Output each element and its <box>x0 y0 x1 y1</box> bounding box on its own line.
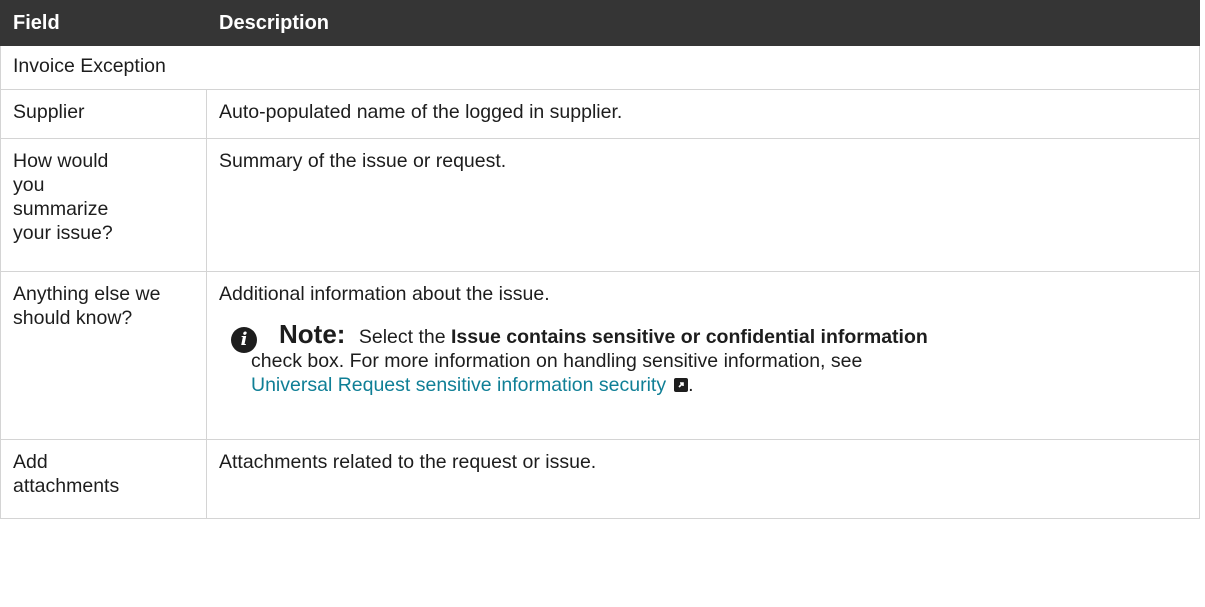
note-box: i Note: Select the Issue contains sensit… <box>219 319 1187 397</box>
field-cell: Add attachments <box>0 439 207 519</box>
note-suffix: check box. For more information on handl… <box>251 350 863 372</box>
section-title: Invoice Exception <box>0 45 1200 90</box>
field-name: Anything else we should know? <box>13 283 161 329</box>
description-cell: Attachments related to the request or is… <box>206 439 1200 519</box>
field-cell: Anything else we should know? <box>0 271 207 440</box>
header-description: Description <box>206 0 1200 46</box>
note-label: Note: <box>279 319 346 349</box>
link-text[interactable]: Universal Request sensitive information … <box>251 374 666 396</box>
sensitive-info-link[interactable]: Universal Request sensitive information … <box>251 374 689 396</box>
description-cell: Additional information about the issue. … <box>206 271 1200 440</box>
field-name: Add attachments <box>13 451 120 497</box>
description-cell: Summary of the issue or request. <box>206 138 1200 272</box>
description-text: Additional information about the issue. <box>219 283 550 305</box>
field-name: How would you summarize your issue? <box>13 150 113 244</box>
external-link-icon[interactable] <box>674 378 689 392</box>
description-cell: Auto-populated name of the logged in sup… <box>206 89 1200 139</box>
note-end: . <box>688 374 694 396</box>
section-row: Invoice Exception <box>0 45 1200 90</box>
table-header-row: Field Description <box>0 0 1200 46</box>
field-cell: Supplier <box>0 89 207 139</box>
table-row: Add attachments Attachments related to t… <box>0 439 1200 519</box>
note-bold-text: Issue contains sensitive or confidential… <box>451 326 928 348</box>
fields-table: Field Description Invoice Exception Supp… <box>0 0 1200 519</box>
table-row: Anything else we should know? Additional… <box>0 271 1200 440</box>
header-field: Field <box>0 0 207 46</box>
note-prefix: Select the <box>358 326 446 348</box>
info-icon: i <box>231 327 257 353</box>
field-name: Supplier <box>13 101 85 123</box>
field-cell: How would you summarize your issue? <box>0 138 207 272</box>
table-row: Supplier Auto-populated name of the logg… <box>0 89 1200 139</box>
table-row: How would you summarize your issue? Summ… <box>0 138 1200 272</box>
